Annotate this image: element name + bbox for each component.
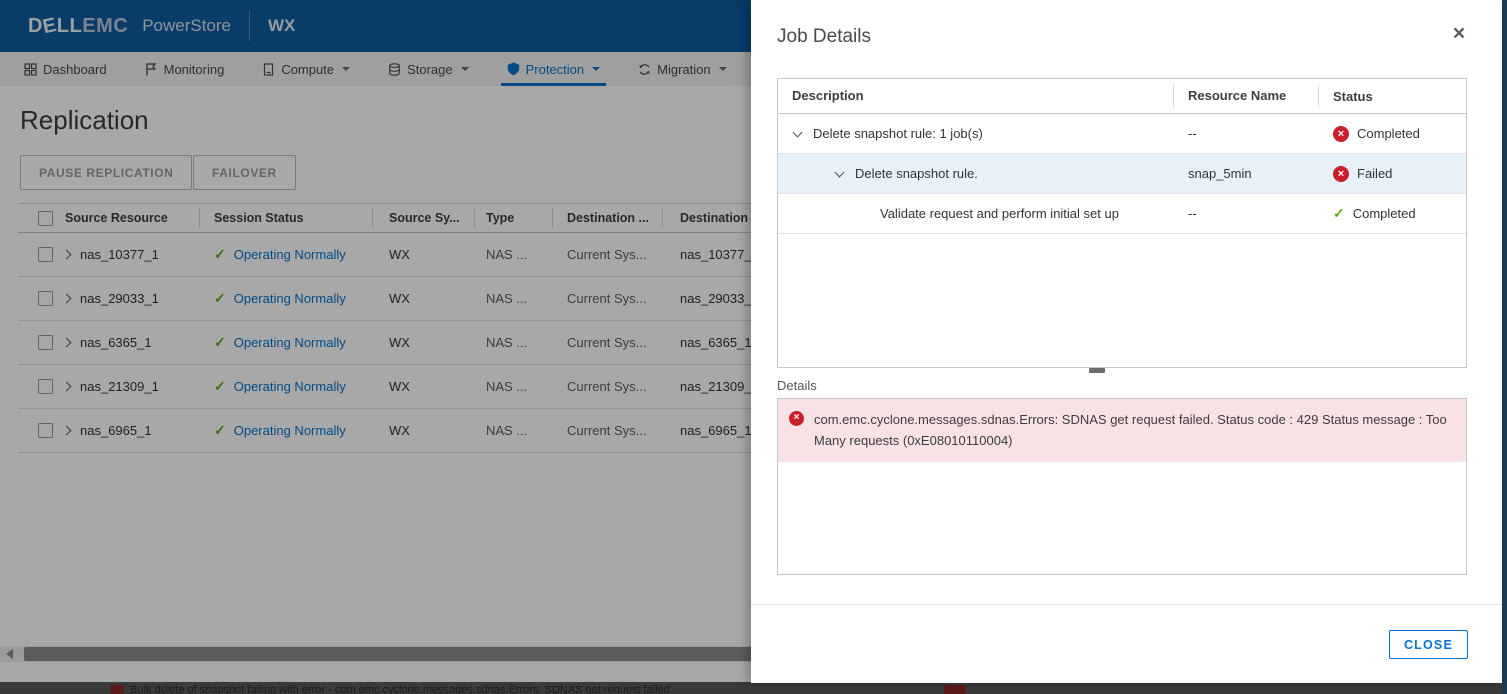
screen: DELL EMC PowerStore WX Dashboard Monitor… — [0, 0, 1507, 694]
footer-divider — [751, 604, 1502, 605]
job-details-panel: Job Details Description Resource Name St… — [751, 0, 1502, 683]
column-header: Status — [1319, 89, 1466, 104]
job-row[interactable]: Delete snapshot rule: 1 job(s) -- Comple… — [778, 114, 1466, 154]
status-label: Completed — [1357, 126, 1420, 141]
column-header: Resource Name — [1174, 85, 1319, 107]
error-message-text: com.emc.cyclone.messages.sdnas.Errors: S… — [814, 412, 1447, 448]
error-status-icon — [1333, 126, 1349, 142]
job-row-selected[interactable]: Delete snapshot rule. snap_5min Failed — [778, 154, 1466, 194]
job-table-header: Description Resource Name Status — [778, 79, 1466, 114]
resize-handle[interactable] — [1089, 368, 1105, 373]
details-label: Details — [777, 378, 817, 393]
success-check-icon — [1333, 205, 1345, 222]
close-icon[interactable] — [1448, 24, 1470, 46]
error-status-icon — [789, 411, 804, 426]
job-steps-table: Description Resource Name Status Delete … — [777, 78, 1467, 368]
column-header: Description — [778, 85, 1174, 107]
collapse-chevron-icon[interactable] — [835, 167, 845, 177]
status-label: Completed — [1353, 206, 1416, 221]
modal-title: Job Details — [777, 26, 871, 48]
job-row[interactable]: Validate request and perform initial set… — [778, 194, 1466, 234]
close-button[interactable]: CLOSE — [1389, 630, 1468, 659]
collapse-chevron-icon[interactable] — [793, 127, 803, 137]
status-label: Failed — [1357, 166, 1392, 181]
error-message-strip: com.emc.cyclone.messages.sdnas.Errors: S… — [778, 399, 1466, 462]
details-box: com.emc.cyclone.messages.sdnas.Errors: S… — [777, 398, 1467, 575]
error-status-icon — [1333, 166, 1349, 182]
